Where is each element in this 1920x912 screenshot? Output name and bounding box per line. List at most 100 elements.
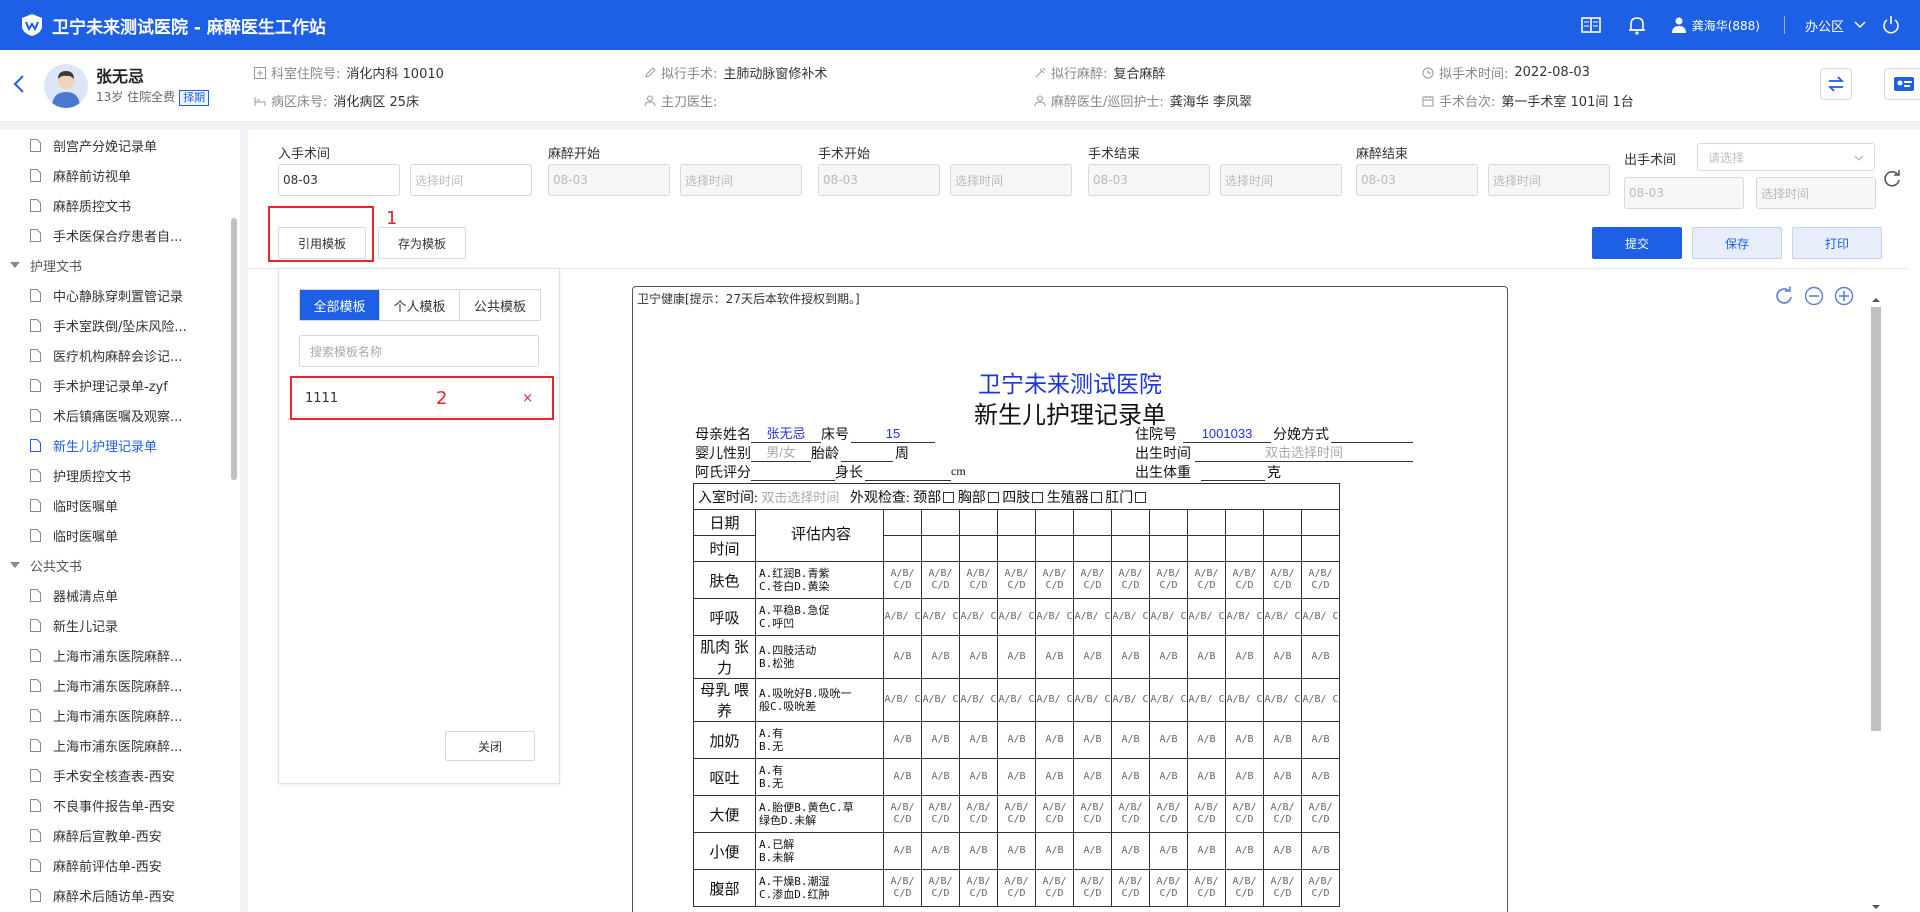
checkbox[interactable] (943, 491, 955, 503)
assessment-cell[interactable]: A/B/ C (997, 678, 1036, 722)
assessment-cell[interactable]: A/B/ C/D (883, 795, 922, 833)
assessment-cell[interactable]: A/B/ C/D (1301, 561, 1340, 599)
assessment-cell[interactable]: A/B/ C (1225, 598, 1264, 636)
chevron-down-icon[interactable] (1854, 21, 1866, 29)
sidebar-item[interactable]: 手术安全核查表-西安 (30, 760, 175, 790)
exit-room-time[interactable]: 选择时间 (1756, 177, 1876, 209)
date-cell[interactable] (959, 509, 998, 536)
book-icon[interactable] (1580, 14, 1602, 36)
assessment-cell[interactable]: A/B (1263, 832, 1302, 870)
assessment-cell[interactable]: A/B/ C (1035, 678, 1074, 722)
document-scrollbar[interactable] (1869, 295, 1883, 912)
assessment-cell[interactable]: A/B (1111, 758, 1150, 796)
sidebar-item[interactable]: 手术室跌倒/坠床风险... (30, 310, 187, 340)
sidebar-group[interactable]: 护理文书 (10, 250, 82, 280)
assessment-cell[interactable]: A/B/ C (1035, 598, 1074, 636)
assessment-cell[interactable]: A/B/ C/D (1073, 869, 1112, 907)
assessment-cell[interactable]: A/B (1225, 635, 1264, 679)
assessment-cell[interactable]: A/B/ C/D (1149, 795, 1188, 833)
exit-room-select[interactable]: 请选择 (1697, 143, 1875, 171)
assessment-cell[interactable]: A/B (1187, 635, 1226, 679)
assessment-cell[interactable]: A/B (883, 832, 922, 870)
assessment-cell[interactable]: A/B/ C/D (1073, 561, 1112, 599)
date-input[interactable]: 08-03 (278, 164, 400, 196)
assessment-cell[interactable]: A/B/ C (1111, 598, 1150, 636)
sidebar-item[interactable]: 上海市浦东医院麻醉... (30, 670, 182, 700)
assessment-cell[interactable]: A/B/ C/D (1263, 561, 1302, 599)
assessment-cell[interactable]: A/B/ C (921, 678, 960, 722)
assessment-cell[interactable]: A/B/ C/D (1149, 561, 1188, 599)
assessment-cell[interactable]: A/B (1263, 635, 1302, 679)
assessment-cell[interactable]: A/B (1187, 832, 1226, 870)
checkbox[interactable] (987, 491, 999, 503)
assessment-cell[interactable]: A/B/ C/D (1263, 869, 1302, 907)
assessment-cell[interactable]: A/B/ C/D (1225, 795, 1264, 833)
time-cell[interactable] (1225, 535, 1264, 562)
assessment-cell[interactable]: A/B (997, 721, 1036, 759)
assessment-cell[interactable]: A/B (1035, 758, 1074, 796)
assessment-cell[interactable]: A/B/ C (1073, 598, 1112, 636)
assessment-cell[interactable]: A/B (959, 832, 998, 870)
time-cell[interactable] (1111, 535, 1150, 562)
assessment-cell[interactable]: A/B/ C (959, 678, 998, 722)
assessment-cell[interactable]: A/B/ C (883, 598, 922, 636)
date-cell[interactable] (1111, 509, 1150, 536)
assessment-cell[interactable]: A/B/ C (1225, 678, 1264, 722)
assessment-cell[interactable]: A/B (883, 721, 922, 759)
time-cell[interactable] (883, 535, 922, 562)
bed-field[interactable]: 15 (851, 425, 935, 443)
date-cell[interactable] (883, 509, 922, 536)
date-cell[interactable] (1149, 509, 1188, 536)
sex-field[interactable]: 男/女 (751, 444, 811, 462)
assessment-cell[interactable]: A/B/ C/D (959, 561, 998, 599)
assessment-cell[interactable]: A/B/ C (1187, 598, 1226, 636)
birth-time-field[interactable]: 双击选择时间 (1195, 444, 1413, 462)
time-input[interactable]: 选择时间 (1220, 164, 1342, 196)
save-button[interactable]: 保存 (1692, 227, 1782, 259)
refresh-icon[interactable] (1882, 168, 1902, 188)
assessment-cell[interactable]: A/B (1301, 832, 1340, 870)
time-cell[interactable] (1187, 535, 1226, 562)
weight-field[interactable] (1201, 463, 1265, 481)
assessment-cell[interactable]: A/B/ C (1301, 598, 1340, 636)
sidebar-item[interactable]: 不良事件报告单-西安 (30, 790, 175, 820)
assessment-cell[interactable]: A/B (921, 832, 960, 870)
assessment-cell[interactable]: A/B (1073, 758, 1112, 796)
assessment-cell[interactable]: A/B (1073, 635, 1112, 679)
assessment-cell[interactable]: A/B/ C/D (997, 561, 1036, 599)
sidebar-item[interactable]: 中心静脉穿刺置管记录 (30, 280, 183, 310)
assessment-cell[interactable]: A/B/ C (959, 598, 998, 636)
date-cell[interactable] (1301, 509, 1340, 536)
date-input[interactable]: 08-03 (818, 164, 940, 196)
checkbox[interactable] (1090, 491, 1102, 503)
assessment-cell[interactable]: A/B (1111, 635, 1150, 679)
assessment-cell[interactable]: A/B/ C/D (1073, 795, 1112, 833)
sidebar-item[interactable]: 上海市浦东医院麻醉... (30, 730, 182, 760)
assessment-cell[interactable]: A/B/ C (1263, 598, 1302, 636)
assessment-cell[interactable]: A/B (1301, 758, 1340, 796)
tab-all-templates[interactable]: 全部模板 (300, 290, 380, 320)
assessment-cell[interactable]: A/B/ C/D (883, 561, 922, 599)
assessment-cell[interactable]: A/B/ C (1149, 678, 1188, 722)
time-cell[interactable] (921, 535, 960, 562)
assessment-cell[interactable]: A/B (1035, 635, 1074, 679)
assessment-cell[interactable]: A/B (921, 721, 960, 759)
assessment-cell[interactable]: A/B/ C/D (1149, 869, 1188, 907)
time-input[interactable]: 选择时间 (680, 164, 802, 196)
assessment-cell[interactable]: A/B (959, 721, 998, 759)
sidebar-item[interactable]: 麻醉术后随访单-西安 (30, 880, 175, 910)
time-cell[interactable] (1035, 535, 1074, 562)
assessment-cell[interactable]: A/B (1149, 635, 1188, 679)
checkbox[interactable] (1135, 491, 1147, 503)
date-cell[interactable] (997, 509, 1036, 536)
sidebar-item[interactable]: 新生儿记录 (30, 610, 118, 640)
exit-room-date[interactable]: 08-03 (1624, 177, 1744, 209)
back-arrow-icon[interactable] (12, 74, 28, 94)
assessment-cell[interactable]: A/B/ C/D (1035, 869, 1074, 907)
assessment-cell[interactable]: A/B/ C (997, 598, 1036, 636)
time-cell[interactable] (997, 535, 1036, 562)
bell-icon[interactable] (1626, 14, 1648, 36)
sidebar-group[interactable]: 公共文书 (10, 550, 82, 580)
sidebar-item[interactable]: 护理质控文书 (30, 460, 131, 490)
assessment-cell[interactable]: A/B (997, 635, 1036, 679)
